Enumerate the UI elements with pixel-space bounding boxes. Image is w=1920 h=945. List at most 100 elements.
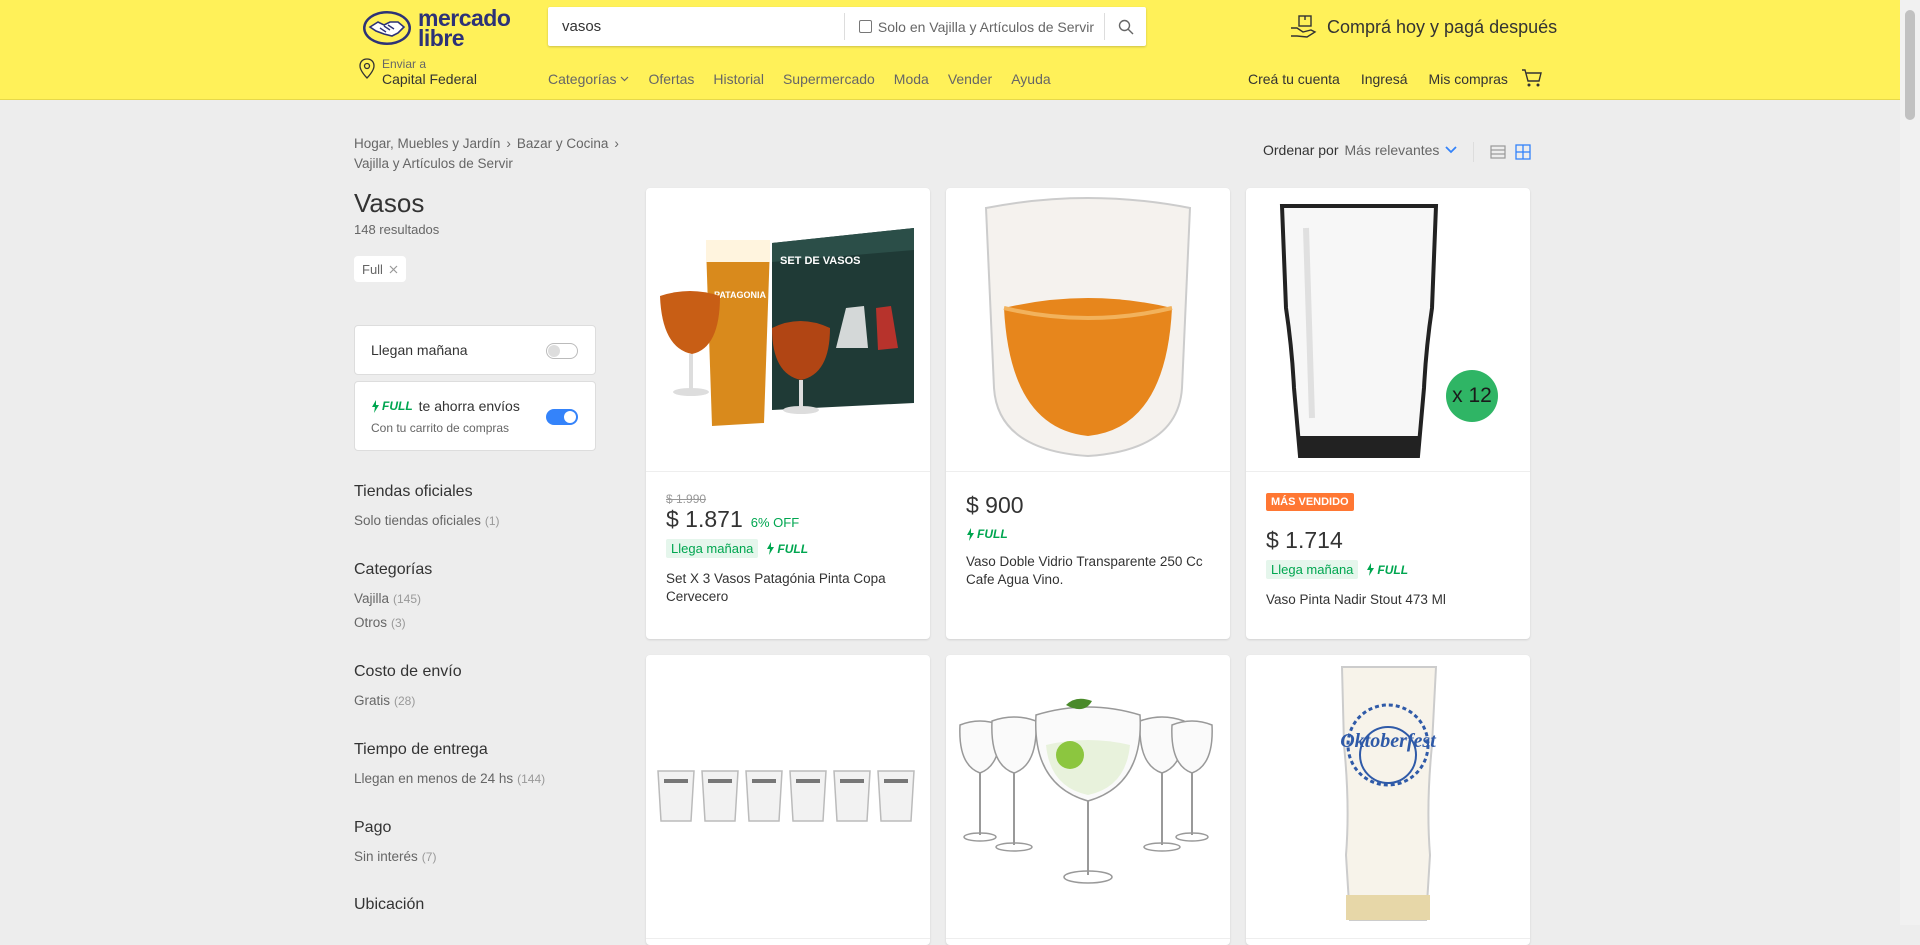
product-price: $ 1.714 (1266, 527, 1343, 553)
full-filter[interactable]: FULL te ahorra envíos Con tu carrito de … (354, 381, 596, 451)
page-title: Vasos (354, 188, 425, 218)
filter-item-label: Solo tiendas oficiales (354, 513, 481, 528)
nav-supermercado[interactable]: Supermercado (783, 71, 875, 87)
product-card[interactable]: $ 900 FULL Vaso Doble Vidrio Transparent… (946, 188, 1230, 639)
breadcrumb-bazar[interactable]: Bazar y Cocina (517, 136, 609, 151)
product-title[interactable]: Vaso Doble Vidrio Transparente 250 Cc Ca… (966, 553, 1210, 589)
sort-dropdown[interactable]: Ordenar por Más relevantes (1263, 142, 1458, 158)
shot-glasses-image (657, 770, 915, 822)
full-logo: FULL (966, 527, 1008, 541)
full-filter-sub: Con tu carrito de compras (371, 421, 510, 435)
sort-label: Ordenar por (1263, 142, 1339, 158)
active-filter-label: Full (362, 261, 383, 277)
filter-title-pago: Pago (354, 819, 392, 836)
category-filter-checkbox[interactable] (858, 20, 872, 33)
arrival-badge: Llega mañana (666, 539, 759, 558)
filter-item-count: (144) (517, 772, 546, 786)
llegan-manana-filter[interactable]: Llegan mañana (354, 325, 596, 375)
product-title[interactable]: Vaso Pinta Nadir Stout 473 Ml (1266, 591, 1510, 609)
product-card[interactable] (946, 655, 1230, 945)
product-card[interactable]: SET DE VASOS PATAGONIA $ 1.990 $ 1.871 6… (646, 188, 930, 639)
page-scrollbar[interactable] (1900, 0, 1920, 925)
my-purchases-link[interactable]: Mis compras (1429, 71, 1508, 87)
full-logo: FULL (1366, 563, 1408, 577)
full-logo: FULL (766, 542, 808, 556)
header: mercado libre vasos Solo en Vajilla y Ar… (0, 0, 1900, 100)
filter-item-tiendas-oficiales[interactable]: Solo tiendas oficiales (1) (354, 513, 500, 528)
sort-value: Más relevantes (1344, 142, 1440, 158)
filter-item-sin-interes[interactable]: Sin interés (7) (354, 849, 436, 864)
nav-vender[interactable]: Vender (948, 71, 992, 87)
breadcrumb-hogar[interactable]: Hogar, Muebles y Jardín (354, 136, 500, 151)
product-card[interactable]: x 12 MÁS VENDIDO $ 1.714 Llega mañana FU… (1246, 188, 1530, 639)
filter-item-24hs[interactable]: Llegan en menos de 24 hs (144) (354, 771, 545, 786)
nav-categorias[interactable]: Categorías (548, 71, 629, 87)
active-filter-chip[interactable]: Full (354, 256, 406, 282)
llegan-manana-label: Llegan mañana (371, 342, 468, 358)
product-card[interactable] (646, 655, 930, 945)
create-account-link[interactable]: Creá tu cuenta (1248, 71, 1340, 87)
list-view-icon[interactable] (1490, 144, 1506, 160)
wine-glasses-image (959, 698, 1213, 884)
full-brand-text: FULL (777, 541, 809, 556)
product-image[interactable] (946, 188, 1230, 472)
oktoberfest-label: Oktoberfest (1340, 730, 1437, 752)
breadcrumb-vajilla[interactable]: Vajilla y Artículos de Servir (354, 156, 513, 171)
lightning-icon (1367, 563, 1375, 576)
cart-button[interactable] (1521, 68, 1543, 93)
lightning-icon (372, 399, 379, 413)
filter-item-count: (3) (391, 616, 406, 630)
nav-ayuda[interactable]: Ayuda (1011, 71, 1050, 87)
location-value: Capital Federal (382, 71, 477, 87)
double-glass-image (984, 197, 1192, 458)
location-pin-icon (359, 58, 375, 79)
search-bar[interactable]: vasos Solo en Vajilla y Artículos de Ser… (548, 7, 1146, 46)
search-input[interactable]: vasos (548, 18, 844, 35)
mercadolibre-logo[interactable]: mercado libre (362, 7, 511, 50)
search-button[interactable] (1104, 13, 1146, 40)
lightning-icon (767, 542, 775, 555)
scrollbar-thumb[interactable] (1905, 10, 1915, 120)
nav-historial[interactable]: Historial (713, 71, 764, 87)
filter-title-categorias: Categorías (354, 561, 433, 578)
product-image[interactable]: SET DE VASOS PATAGONIA (646, 188, 930, 472)
breadcrumb: Hogar, Muebles y Jardín › Bazar y Cocina › … (354, 134, 654, 174)
grid-view-icon[interactable] (1515, 144, 1531, 160)
product-image[interactable]: Oktoberfest (1246, 655, 1530, 939)
llegan-manana-toggle[interactable] (546, 343, 578, 359)
filter-title-tiempo-entrega: Tiempo de entrega (354, 741, 488, 758)
filter-item-count: (145) (393, 592, 422, 606)
handshake-logo-icon (363, 11, 411, 45)
close-icon[interactable] (389, 265, 398, 274)
filter-title-tiendas: Tiendas oficiales (354, 483, 473, 500)
glass-label: PATAGONIA (714, 290, 766, 300)
filter-item-label: Vajilla (354, 591, 390, 606)
filter-title-ubicacion: Ubicación (354, 896, 425, 913)
filter-item-otros[interactable]: Otros (3) (354, 615, 406, 630)
filter-item-vajilla[interactable]: Vajilla (145) (354, 591, 421, 606)
chevron-right-icon: › (614, 136, 619, 151)
best-seller-badge: MÁS VENDIDO (1266, 493, 1354, 511)
location-label: Enviar a (382, 57, 427, 71)
search-category-filter[interactable]: Solo en Vajilla y Artículos de Servir (843, 13, 1104, 40)
filter-title-costo-envio: Costo de envío (354, 663, 462, 680)
pint-glass-image (1279, 204, 1439, 458)
product-card[interactable]: Oktoberfest (1246, 655, 1530, 945)
nav-moda[interactable]: Moda (894, 71, 929, 87)
product-title[interactable]: Set X 3 Vasos Patagónia Pinta Copa Cerve… (666, 570, 910, 606)
chevron-down-icon (1445, 146, 1458, 154)
product-discount: 6% OFF (750, 515, 800, 530)
login-link[interactable]: Ingresá (1361, 71, 1408, 87)
full-toggle[interactable] (546, 409, 578, 425)
product-image[interactable] (646, 655, 930, 939)
shipping-location[interactable]: Enviar a Capital Federal (358, 58, 477, 87)
filter-item-label: Llegan en menos de 24 hs (354, 771, 514, 786)
promo-banner[interactable]: Comprá hoy y pagá después (1289, 14, 1557, 40)
arrival-badge: Llega mañana (1266, 560, 1359, 579)
result-count: 148 resultados (354, 222, 440, 237)
nav-ofertas[interactable]: Ofertas (648, 71, 694, 87)
product-image[interactable]: x 12 (1246, 188, 1530, 472)
product-image[interactable] (946, 655, 1230, 939)
oktoberfest-glass-image: Oktoberfest (1340, 666, 1437, 921)
filter-item-gratis[interactable]: Gratis (28) (354, 693, 415, 708)
